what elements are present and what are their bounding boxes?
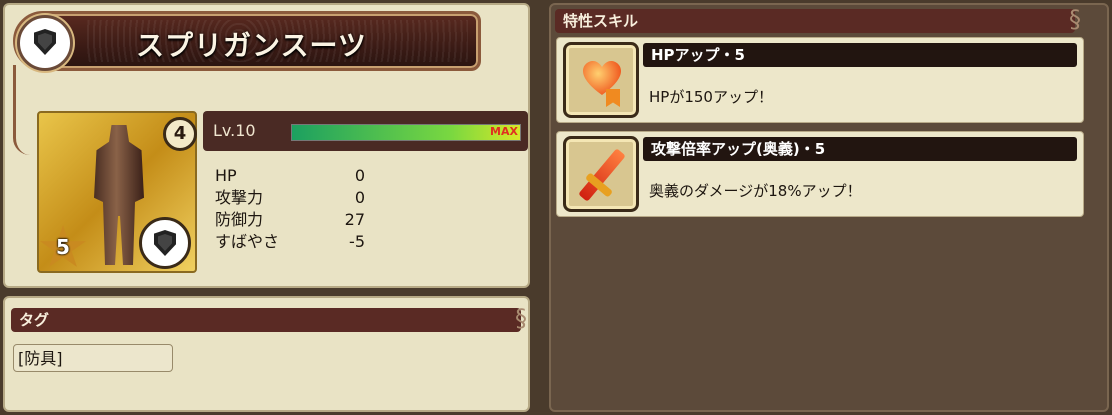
stat-value: 0 bbox=[354, 188, 365, 207]
tag-value: [防具] bbox=[13, 344, 173, 372]
equipment-card: スプリガンスーツ 4 5 Lv.10 MAX HP 0 攻撃力 0 防御力 27 bbox=[3, 3, 530, 288]
stat-value: 27 bbox=[344, 210, 365, 229]
tag-panel: タグ § [防具] bbox=[3, 296, 530, 412]
sword-icon bbox=[563, 136, 639, 212]
skills-header: 特性スキル § bbox=[555, 7, 1081, 33]
armor-type-emblem bbox=[17, 15, 73, 71]
stat-name: すばやさ bbox=[215, 232, 280, 251]
shield-icon bbox=[154, 230, 176, 256]
level-label: Lv.10 bbox=[213, 121, 256, 140]
tag-header-label: タグ bbox=[19, 311, 50, 329]
sword-blade bbox=[578, 148, 626, 202]
stat-row: 攻撃力 0 bbox=[215, 187, 375, 209]
skills-header-label: 特性スキル bbox=[563, 12, 639, 30]
shield-icon bbox=[34, 29, 56, 55]
title-banner: スプリガンスーツ bbox=[13, 11, 481, 71]
exp-track: MAX bbox=[291, 124, 521, 141]
upgrade-level-badge: 4 bbox=[163, 117, 197, 151]
skill-name: 攻撃倍率アップ(奥義)・5 bbox=[643, 137, 1077, 161]
skill-name: HPアップ・5 bbox=[643, 43, 1077, 67]
tag-header: タグ § bbox=[11, 306, 527, 332]
skill-description: HPが150アップ！ bbox=[649, 88, 773, 106]
heart-icon bbox=[563, 42, 639, 118]
skill-item[interactable]: HPアップ・5 HPが150アップ！ bbox=[556, 37, 1084, 123]
armor-image bbox=[94, 125, 144, 265]
exp-fill bbox=[292, 125, 520, 140]
armor-type-badge bbox=[139, 217, 191, 269]
ribbon-shape bbox=[606, 89, 620, 107]
curl-ornament: § bbox=[1069, 5, 1081, 33]
equipment-name: スプリガンスーツ bbox=[136, 29, 367, 62]
stat-row: HP 0 bbox=[215, 165, 375, 187]
rarity-value: 5 bbox=[56, 235, 70, 259]
skill-item[interactable]: 攻撃倍率アップ(奥義)・5 奥義のダメージが18%アップ！ bbox=[556, 131, 1084, 217]
skills-panel: 特性スキル § HPアップ・5 HPが150アップ！ 攻撃倍率アップ(奥義)・5… bbox=[549, 3, 1109, 412]
stat-value: 0 bbox=[354, 166, 365, 185]
stat-name: HP bbox=[215, 166, 237, 185]
stat-name: 防御力 bbox=[215, 210, 264, 229]
stat-row: 防御力 27 bbox=[215, 209, 375, 231]
stat-name: 攻撃力 bbox=[215, 188, 264, 207]
stat-row: すばやさ -5 bbox=[215, 231, 375, 253]
level-bar: Lv.10 MAX bbox=[203, 111, 528, 151]
equipment-portrait[interactable]: 4 5 bbox=[37, 111, 197, 273]
skill-description: 奥義のダメージが18%アップ！ bbox=[649, 182, 862, 200]
exp-max-label: MAX bbox=[490, 125, 518, 138]
stats-list: HP 0 攻撃力 0 防御力 27 すばやさ -5 bbox=[215, 165, 375, 253]
stat-value: -5 bbox=[349, 232, 365, 251]
ornament bbox=[13, 65, 30, 155]
curl-ornament: § bbox=[515, 304, 527, 332]
